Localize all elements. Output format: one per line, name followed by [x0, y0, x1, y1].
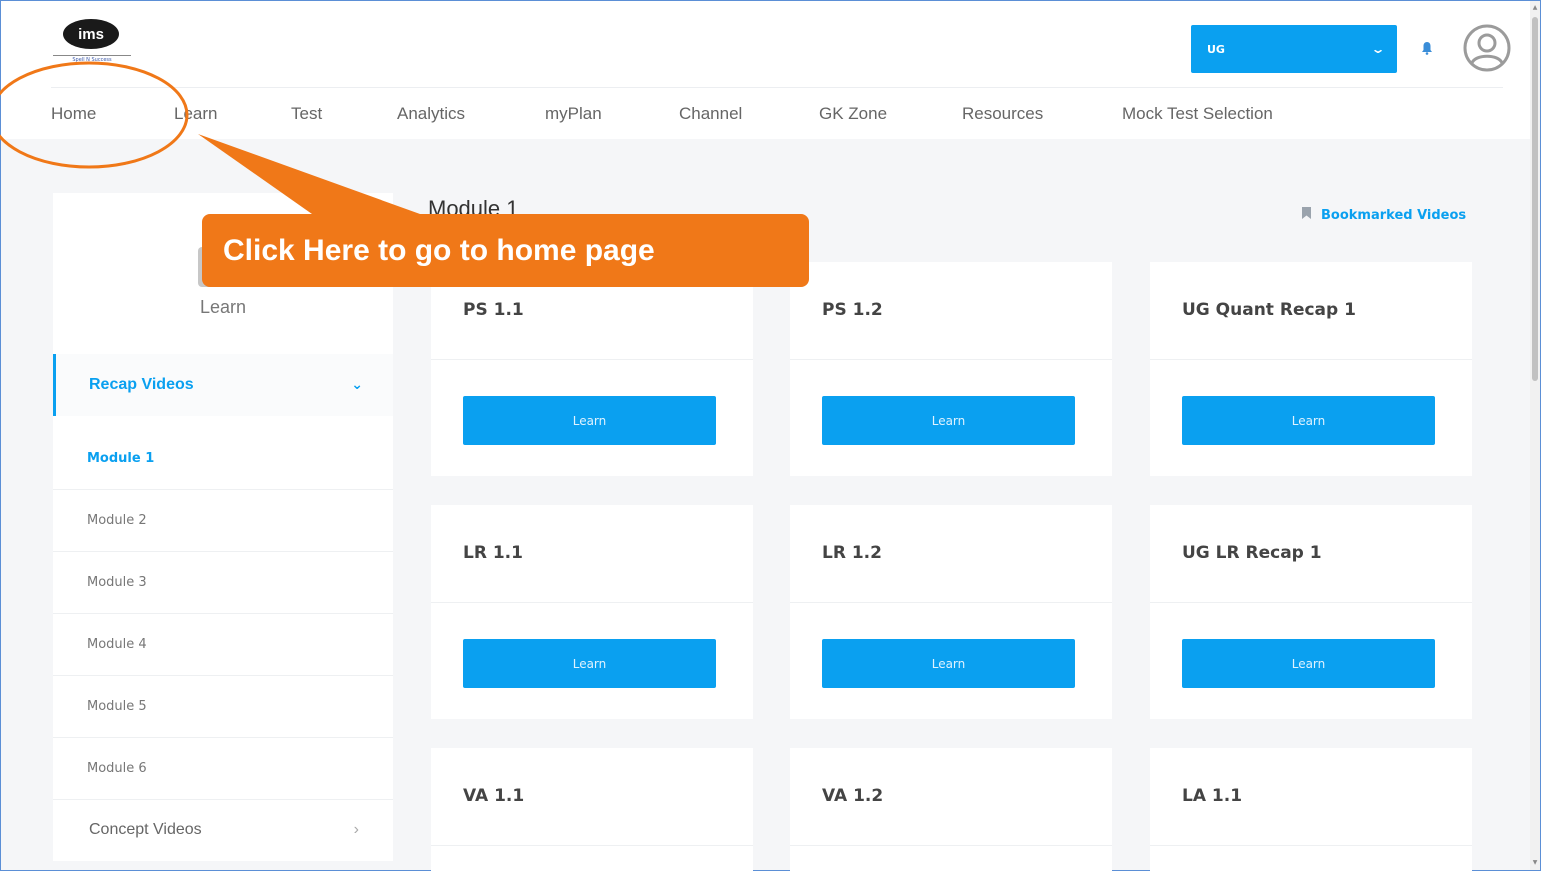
annotation-callout: Click Here to go to home page	[202, 214, 809, 287]
annotation-pointer	[198, 134, 420, 214]
annotation-circle	[0, 61, 189, 169]
